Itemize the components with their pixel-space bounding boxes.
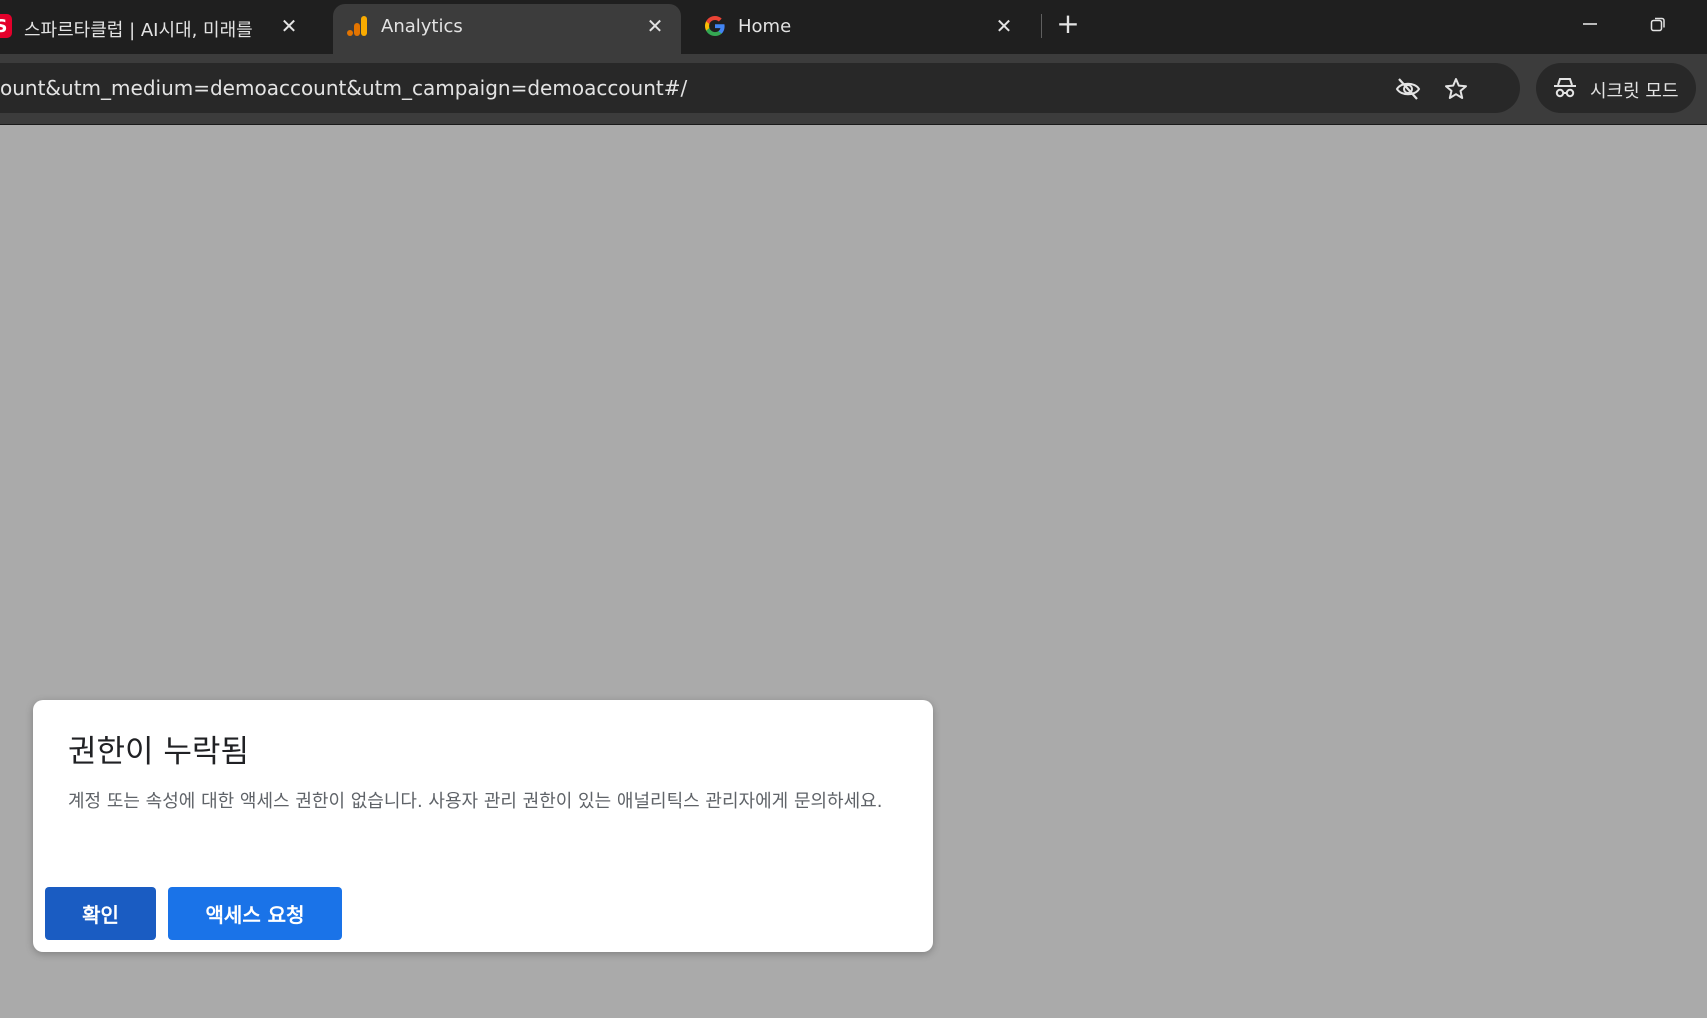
restore-button[interactable] — [1636, 6, 1680, 42]
page-overlay: 권한이 누락됨 계정 또는 속성에 대한 액세스 권한이 없습니다. 사용자 관… — [0, 126, 1707, 1018]
browser-window: S 스파르타클럽 | AI시대, 미래를 ✕ Analytics ✕ Home … — [0, 0, 1707, 1018]
minimize-button[interactable] — [1568, 6, 1612, 42]
tab-sparta[interactable]: S 스파르타클럽 | AI시대, 미래를 ✕ — [0, 4, 320, 54]
confirm-button[interactable]: 확인 — [45, 887, 156, 940]
restore-icon — [1650, 17, 1665, 32]
tab-analytics[interactable]: Analytics ✕ — [333, 4, 681, 54]
tab-strip: S 스파르타클럽 | AI시대, 미래를 ✕ Analytics ✕ Home … — [0, 0, 1707, 54]
star-bookmark-icon[interactable] — [1442, 75, 1470, 103]
dialog-message: 계정 또는 속성에 대한 액세스 권한이 없습니다. 사용자 관리 권한이 있는… — [68, 791, 883, 812]
dialog-title: 권한이 누락됨 — [68, 734, 249, 770]
tab-title: Analytics — [381, 16, 463, 37]
incognito-icon — [1554, 78, 1576, 98]
minimize-icon — [1583, 23, 1597, 25]
tab-title: 스파르타클럽 | AI시대, 미래를 — [24, 20, 253, 41]
sparta-s-letter: S — [0, 15, 8, 37]
tab-separator — [1041, 14, 1042, 38]
tab-home[interactable]: Home ✕ — [690, 4, 1030, 54]
address-bar[interactable]: ount&utm_medium=demoaccount&utm_campaign… — [0, 63, 1520, 113]
browser-toolbar: ount&utm_medium=demoaccount&utm_campaign… — [0, 54, 1707, 125]
incognito-label: 시크릿 모드 — [1590, 81, 1679, 102]
tab-title: Home — [738, 16, 792, 37]
url-text[interactable]: ount&utm_medium=demoaccount&utm_campaign… — [0, 76, 687, 100]
incognito-indicator[interactable]: 시크릿 모드 — [1536, 63, 1696, 113]
close-icon[interactable]: ✕ — [992, 14, 1016, 38]
new-tab-button[interactable]: + — [1055, 10, 1081, 38]
sparta-s-icon: S — [0, 14, 12, 38]
tracking-protection-eye-off-icon[interactable] — [1394, 75, 1422, 103]
request-access-button[interactable]: 액세스 요청 — [168, 887, 342, 940]
close-icon[interactable]: ✕ — [643, 14, 667, 38]
google-icon — [705, 16, 725, 36]
missing-permission-dialog: 권한이 누락됨 계정 또는 속성에 대한 액세스 권한이 없습니다. 사용자 관… — [33, 700, 933, 952]
close-icon[interactable]: ✕ — [277, 14, 301, 38]
analytics-icon — [347, 16, 367, 36]
